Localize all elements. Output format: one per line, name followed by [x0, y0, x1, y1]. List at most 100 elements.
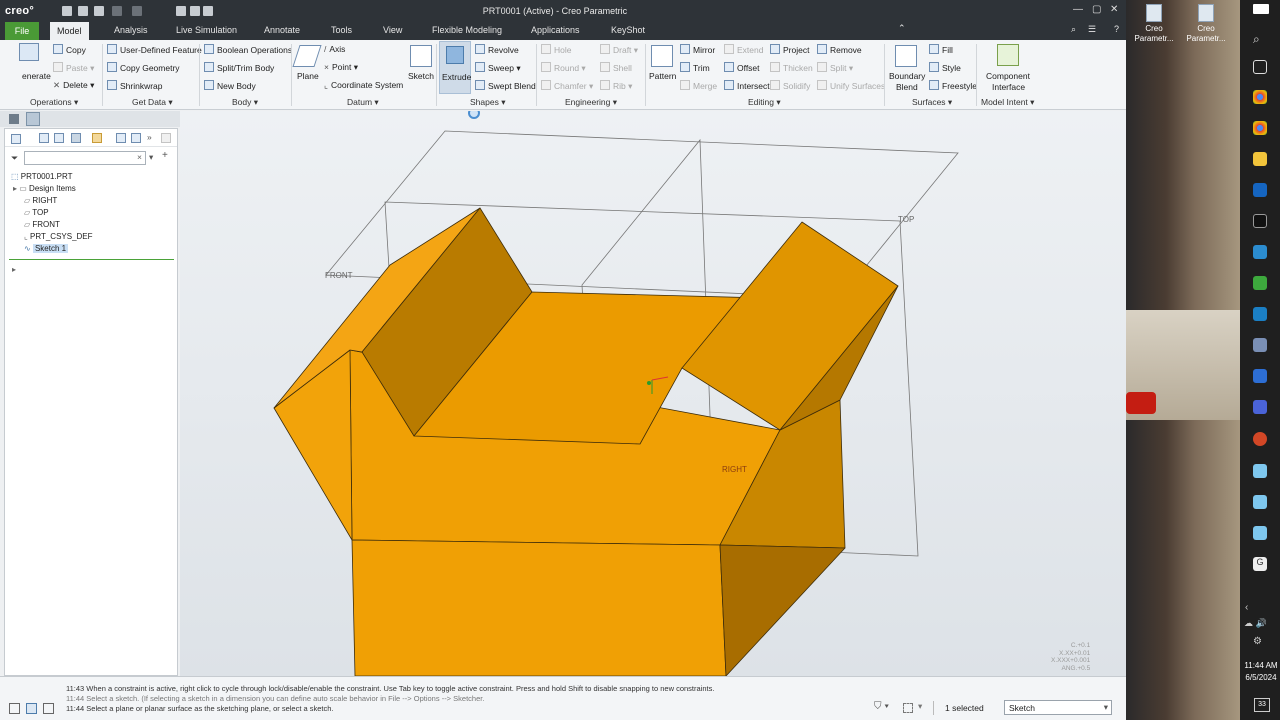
swept-blend-button[interactable]: Swept Blend [475, 80, 536, 91]
tab-live-simulation[interactable]: Live Simulation [176, 25, 237, 35]
thicken-button[interactable]: Thicken [770, 62, 813, 73]
point-button[interactable]: × Point ▾ [324, 62, 358, 73]
merge-button[interactable]: Merge [680, 80, 717, 91]
boundary-blend-icon[interactable] [895, 45, 917, 67]
tree-item-right[interactable]: ▱ RIGHT [24, 196, 194, 205]
model-tree-tab-icon[interactable] [9, 114, 19, 124]
copy-button[interactable]: Copy [53, 44, 86, 55]
creo-app-icon[interactable] [1253, 495, 1267, 509]
delete-button[interactable]: ✕ Delete ▾ [53, 80, 94, 91]
show-icon[interactable] [11, 134, 21, 144]
boundary-blend-button[interactable]: Boundary [889, 71, 925, 81]
group-shapes[interactable]: Shapes ▾ [470, 97, 505, 108]
chrome-icon[interactable] [1253, 90, 1267, 104]
app-icon[interactable] [1253, 245, 1267, 259]
group-operations[interactable]: Operations ▾ [30, 97, 78, 108]
tab-flexible-modeling[interactable]: Flexible Modeling [432, 25, 502, 35]
tab-view[interactable]: View [383, 25, 402, 35]
shell-button[interactable]: Shell [600, 62, 632, 73]
minimize-icon[interactable]: — [1073, 4, 1083, 15]
tree-item-csys[interactable]: ⌞ PRT_CSYS_DEF [24, 232, 194, 241]
search-icon[interactable]: ⌕ [1071, 24, 1076, 35]
clear-icon[interactable]: × [137, 152, 142, 162]
creo-app-icon[interactable] [1253, 526, 1267, 540]
component-interface-icon[interactable] [997, 44, 1019, 66]
outlook-icon[interactable] [1253, 183, 1267, 197]
paste-button[interactable]: Paste ▾ [53, 62, 94, 74]
split-button[interactable]: Split ▾ [817, 62, 853, 74]
redo-icon[interactable] [132, 6, 142, 16]
maximize-icon[interactable]: ▢ [1092, 4, 1101, 15]
collapse-ribbon-icon[interactable]: ⌃ [898, 23, 906, 34]
desktop-icon-creo[interactable]: Creo Parametr... [1184, 4, 1228, 44]
pattern-button[interactable]: Pattern [649, 71, 676, 81]
save-icon[interactable] [94, 6, 104, 16]
udf-button[interactable]: User-Defined Feature [107, 44, 202, 55]
coordinate-system-button[interactable]: ⌞ Coordinate System [324, 80, 403, 91]
chevron-down-icon[interactable]: ▾ [149, 152, 153, 163]
more-icon[interactable]: » [147, 132, 152, 142]
chrome-icon[interactable] [1253, 121, 1267, 135]
tree-item-top[interactable]: ▱ TOP [24, 208, 194, 217]
split-trim-body-button[interactable]: Split/Trim Body [204, 62, 274, 73]
project-button[interactable]: Project [770, 44, 809, 55]
camtasia-icon[interactable] [1253, 276, 1267, 290]
app-icon[interactable] [1253, 369, 1267, 383]
browser-icon[interactable] [26, 703, 37, 714]
mirror-button[interactable]: Mirror [680, 44, 715, 55]
round-button[interactable]: Round ▾ [541, 62, 586, 74]
notifications-icon[interactable]: 33 [1254, 698, 1270, 712]
boolean-operations-button[interactable]: Boolean Operations [204, 44, 292, 55]
tree-item-front[interactable]: ▱ FRONT [24, 220, 194, 229]
tab-applications[interactable]: Applications [531, 25, 580, 35]
component-interface-button[interactable]: Component [986, 71, 1030, 81]
new-icon[interactable] [62, 6, 72, 16]
windows-start-icon[interactable] [1253, 4, 1269, 14]
selection-filter-select[interactable]: Sketch ▾ [1004, 700, 1112, 715]
intersect-button[interactable]: Intersect [724, 80, 770, 91]
extrude-button[interactable]: Extrude [439, 41, 471, 94]
expand-icon[interactable]: ▸ [12, 265, 16, 274]
shrinkwrap-button[interactable]: Shrinkwrap [107, 80, 163, 91]
rib-button[interactable]: Rib ▾ [600, 80, 632, 92]
expand-icon[interactable]: ▸ [13, 184, 17, 193]
close-icon[interactable]: ✕ [1110, 4, 1118, 15]
add-icon[interactable]: + [162, 150, 168, 161]
tab-tools[interactable]: Tools [331, 25, 352, 35]
settings-icon[interactable] [92, 133, 102, 143]
plane-button[interactable]: Plane [297, 71, 319, 81]
trim-button[interactable]: Trim [680, 62, 710, 73]
group-surfaces[interactable]: Surfaces ▾ [912, 97, 952, 108]
group-editing[interactable]: Editing ▾ [748, 97, 781, 108]
help-icon[interactable]: ? [1114, 24, 1119, 34]
axis-button[interactable]: / Axis [324, 44, 345, 54]
desktop-icon-creo[interactable]: Creo Parametr... [1132, 4, 1176, 44]
tree-filter-icon[interactable] [39, 133, 49, 143]
panel-options-icon[interactable] [161, 133, 171, 143]
tree-item-design-items[interactable]: ▸ ▭ Design Items [13, 184, 183, 193]
creo-app-icon[interactable] [1253, 464, 1267, 478]
tab-model[interactable]: Model [50, 22, 89, 40]
freestyle-button[interactable]: Freestyle [929, 80, 977, 91]
group-body[interactable]: Body ▾ [232, 97, 258, 108]
box-select-icon[interactable] [903, 703, 913, 713]
search-input[interactable]: × [24, 151, 146, 165]
tab-keyshot[interactable]: KeyShot [611, 25, 645, 35]
folder-tab-icon[interactable] [26, 112, 40, 126]
powerpoint-icon[interactable] [1253, 432, 1267, 446]
close-window-icon[interactable] [203, 6, 213, 16]
chevron-down-icon[interactable]: ▾ [918, 701, 922, 712]
task-view-icon[interactable] [1253, 60, 1267, 74]
grid-icon[interactable] [131, 133, 141, 143]
extend-button[interactable]: Extend [724, 44, 763, 55]
windows-icon[interactable] [190, 6, 200, 16]
revolve-button[interactable]: Revolve [475, 44, 519, 55]
tree-columns-icon[interactable] [54, 133, 64, 143]
solidify-button[interactable]: Solidify [770, 80, 810, 91]
regenerate-icon[interactable] [19, 43, 39, 61]
offset-button[interactable]: Offset [724, 62, 760, 73]
sweep-button[interactable]: Sweep ▾ [475, 62, 521, 74]
smart-filter-icon[interactable]: ⛉ ▾ [874, 701, 889, 712]
regenerate-button[interactable]: enerate [22, 71, 51, 81]
tray-chevron-icon[interactable]: ‹ [1245, 602, 1248, 613]
